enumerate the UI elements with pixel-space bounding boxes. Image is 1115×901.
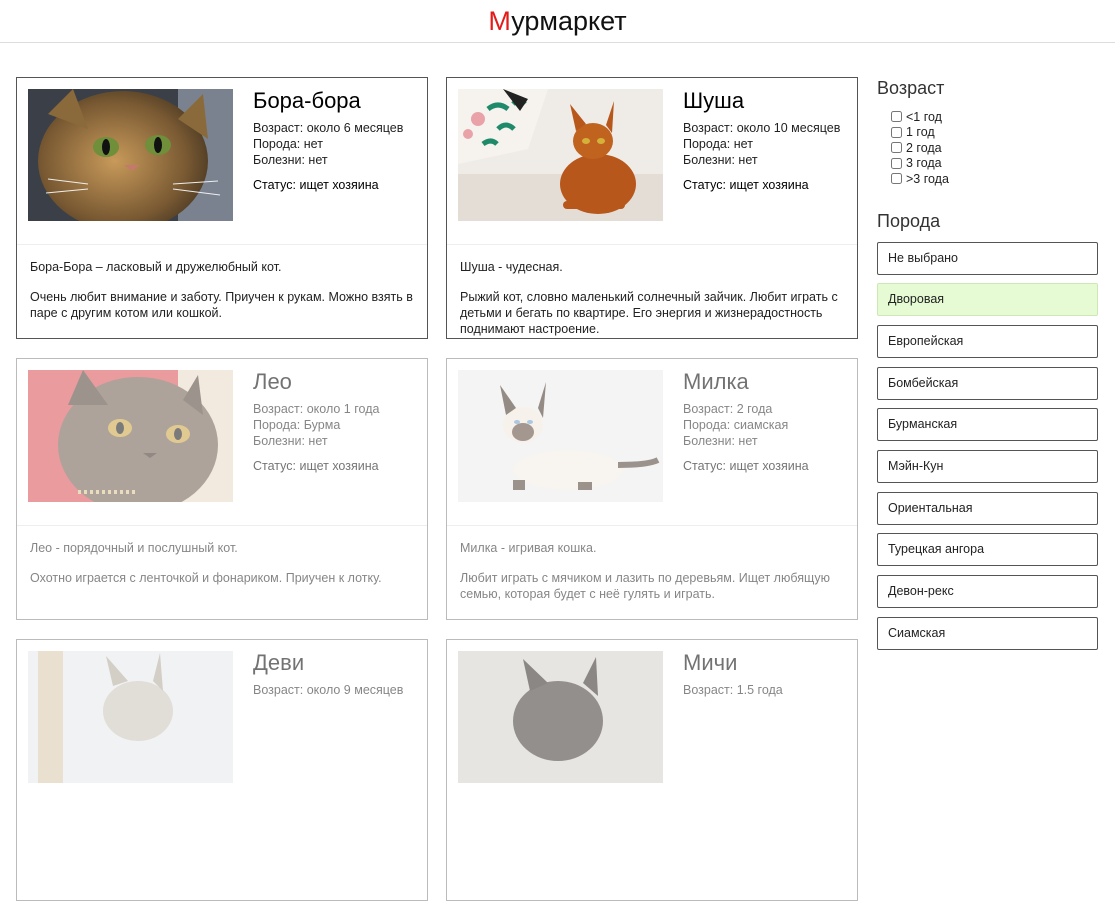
cat-info: Бора-бора Возраст: около 6 месяцев Пород… [253, 88, 423, 192]
cat-name: Шуша [683, 88, 745, 113]
cat-name: Лео [253, 369, 292, 394]
cat-card[interactable]: Шуша Возраст: около 10 месяцев Порода: н… [446, 77, 858, 339]
breed-button[interactable]: Мэйн-Кун [877, 449, 1098, 483]
cat-breed: Порода: нет [253, 137, 323, 151]
age-checkbox[interactable] [891, 173, 902, 185]
cat-illness: Болезни: нет [253, 434, 328, 448]
description-body: Любит играть с мячиком и лазить по дерев… [460, 571, 831, 601]
age-filter-title: Возраст [877, 78, 945, 98]
age-checkbox[interactable] [891, 157, 902, 169]
description-lead: Милка - игривая кошка. [460, 541, 597, 555]
cat-illness: Болезни: нет [253, 153, 328, 167]
cat-name: Мичи [683, 650, 738, 675]
cat-description: Бора-Бора – ласковый и дружелюбный кот. … [30, 259, 415, 335]
site-header: Мурмаркет [0, 0, 1115, 43]
cat-breed: Порода: Бурма [253, 418, 341, 432]
cat-breed: Порода: нет [683, 137, 753, 151]
age-option-label: 2 года [906, 140, 942, 155]
cat-status: Статус: ищет хозяина [683, 459, 809, 473]
card-divider [447, 525, 857, 526]
cat-age: Возраст: 2 года [683, 402, 773, 416]
age-checkbox[interactable] [891, 126, 902, 138]
cat-illness: Болезни: нет [683, 153, 758, 167]
cat-card[interactable]: Деви Возраст: около 9 месяцев [16, 639, 428, 901]
cat-photo [458, 89, 663, 221]
breed-filter-title: Порода [877, 210, 941, 231]
cat-status: Статус: ищет хозяина [253, 178, 379, 192]
cat-card[interactable]: Милка Возраст: 2 года Порода: сиамская Б… [446, 358, 858, 620]
breed-button[interactable]: Сиамская [877, 616, 1098, 650]
age-option[interactable]: <1 год [891, 109, 1099, 125]
cat-photo [28, 651, 233, 783]
age-option[interactable]: >3 года [891, 171, 1099, 187]
breed-button[interactable]: Девон-рекс [877, 575, 1098, 608]
cat-info: Лео Возраст: около 1 года Порода: Бурма … [253, 369, 423, 473]
cat-name: Деви [253, 650, 305, 675]
age-filter-list: <1 год 1 год 2 года 3 года >3 года [891, 109, 1099, 187]
cat-name: Милка [683, 369, 749, 394]
age-option-label: >3 года [906, 171, 949, 186]
logo-rest: урмаркет [511, 6, 627, 36]
breed-button[interactable]: Турецкая ангора [877, 533, 1098, 567]
age-option[interactable]: 1 год [891, 125, 1099, 141]
breed-button-active[interactable]: Дворовая [877, 283, 1098, 317]
description-body: Очень любит внимание и заботу. Приучен к… [30, 290, 413, 320]
age-option-label: 1 год [906, 125, 935, 140]
cat-info: Милка Возраст: 2 года Порода: сиамская Б… [683, 369, 853, 473]
cat-age: Возраст: около 1 года [253, 402, 380, 416]
card-divider [17, 244, 427, 245]
cat-info: Шуша Возраст: около 10 месяцев Порода: н… [683, 88, 853, 192]
cat-card[interactable]: Мичи Возраст: 1.5 года [446, 639, 858, 901]
cat-description: Лео - порядочный и послушный кот. Охотно… [30, 540, 415, 600]
breed-button[interactable]: Не выбрано [877, 241, 1098, 275]
cat-breed: Порода: сиамская [683, 418, 789, 432]
filter-sidebar: Возраст <1 год 1 год 2 года 3 года >3 го… [877, 78, 1099, 658]
breed-button[interactable]: Европейская [877, 324, 1098, 358]
logo-first-letter: М [488, 6, 512, 36]
cat-name: Бора-бора [253, 88, 361, 113]
age-checkbox[interactable] [891, 111, 902, 123]
cat-status: Статус: ищет хозяина [253, 459, 379, 473]
description-lead: Лео - порядочный и послушный кот. [30, 541, 238, 555]
age-option-label: <1 год [906, 109, 942, 124]
description-body: Рыжий кот, словно маленький солнечный за… [460, 290, 838, 336]
cat-status: Статус: ищет хозяина [683, 178, 809, 192]
cat-description: Шуша - чудесная. Рыжий кот, словно мален… [460, 259, 845, 338]
breed-filter-list: Не выбрано Дворовая Европейская Бомбейск… [877, 241, 1099, 650]
card-divider [17, 525, 427, 526]
site-logo[interactable]: Мурмаркет [488, 6, 626, 36]
age-option-label: 3 года [906, 156, 942, 171]
description-lead: Шуша - чудесная. [460, 260, 563, 274]
age-option[interactable]: 2 года [891, 140, 1099, 156]
description-lead: Бора-Бора – ласковый и дружелюбный кот. [30, 260, 282, 274]
cat-age: Возраст: около 10 месяцев [683, 121, 841, 135]
cat-info: Деви Возраст: около 9 месяцев [253, 650, 423, 698]
cat-photo [458, 370, 663, 502]
cat-card[interactable]: Бора-бора Возраст: около 6 месяцев Пород… [16, 77, 428, 339]
cat-info: Мичи Возраст: 1.5 года [683, 650, 853, 698]
description-body: Охотно играется с ленточкой и фонариком.… [30, 571, 382, 585]
breed-button[interactable]: Бомбейская [877, 366, 1098, 400]
cat-photo [28, 89, 233, 221]
cat-illness: Болезни: нет [683, 434, 758, 448]
breed-button[interactable]: Ориентальная [877, 491, 1098, 525]
cat-photo [458, 651, 663, 783]
cat-age: Возраст: около 6 месяцев [253, 121, 404, 135]
age-checkbox[interactable] [891, 142, 902, 154]
cat-card[interactable]: Лео Возраст: около 1 года Порода: Бурма … [16, 358, 428, 620]
cat-description: Милка - игривая кошка. Любит играть с мя… [460, 540, 845, 616]
age-option[interactable]: 3 года [891, 156, 1099, 172]
card-divider [447, 244, 857, 245]
cat-photo [28, 370, 233, 502]
breed-button[interactable]: Бурманская [877, 408, 1098, 442]
